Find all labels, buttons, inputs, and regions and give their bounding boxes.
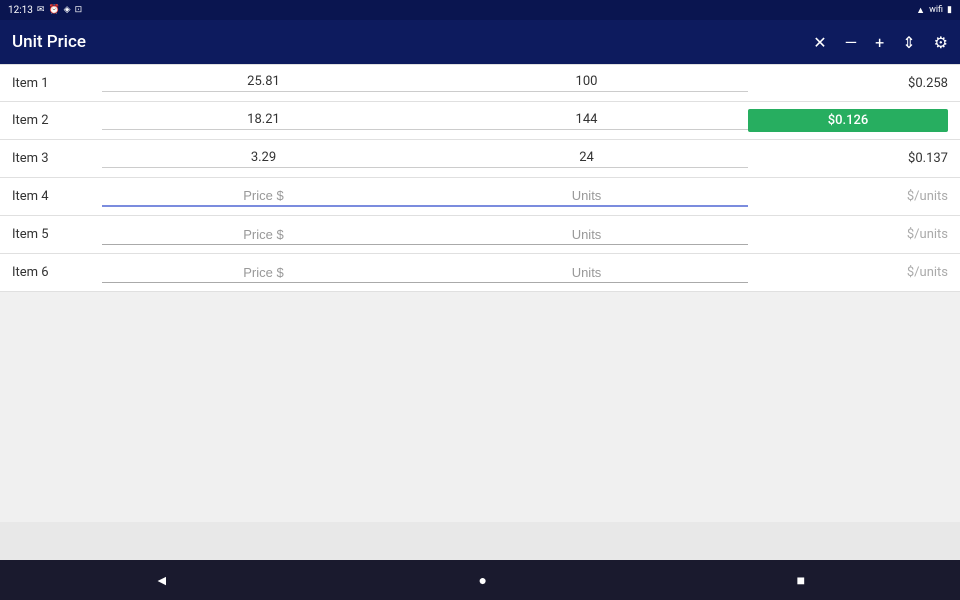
result-cell: $/units (748, 189, 948, 204)
result-placeholder: $/units (907, 265, 948, 280)
item-label: Item 6 (12, 265, 102, 280)
empty-area (0, 292, 960, 522)
screen-icon: ⊡ (75, 5, 83, 15)
item-label: Item 3 (12, 151, 102, 166)
units-cell[interactable] (425, 263, 748, 283)
item-label: Item 5 (12, 227, 102, 242)
result-placeholder: $/units (907, 189, 948, 204)
bottom-navigation: ◄ ● ■ (0, 560, 960, 600)
price-input[interactable] (102, 225, 425, 245)
result-cell: $/units (748, 227, 948, 242)
units-cell: 100 (425, 74, 748, 92)
alarm-icon: ⏰ (48, 5, 59, 15)
result-cell: $0.258 (748, 76, 948, 91)
price-cell[interactable] (102, 263, 425, 283)
price-value: 18.21 (102, 112, 425, 127)
back-button[interactable]: ◄ (155, 572, 169, 589)
signal-icon: ▲ (916, 5, 925, 16)
price-cell[interactable] (102, 225, 425, 245)
units-cell[interactable] (425, 186, 748, 207)
recent-button[interactable]: ■ (797, 572, 805, 589)
settings-icon[interactable]: ⚙ (934, 33, 948, 52)
result-cell: $0.137 (748, 151, 948, 166)
status-bar: 12:13 ✉ ⏰ ◈ ⊡ ▲ wifi ▮ (0, 0, 960, 20)
status-time: 12:13 (8, 5, 33, 16)
minimize-icon[interactable]: — (845, 33, 858, 52)
units-input[interactable] (425, 263, 748, 283)
units-value: 100 (425, 74, 748, 89)
units-cell[interactable] (425, 225, 748, 245)
table-row[interactable]: Item 5 $/units (0, 216, 960, 254)
price-input[interactable] (102, 186, 425, 207)
table-row: Item 33.2924 $0.137 (0, 140, 960, 178)
wifi-icon: wifi (929, 5, 943, 15)
result-cell: $/units (748, 265, 948, 280)
data-table: Item 125.81100 $0.258 Item 218.21144$0.126… (0, 64, 960, 292)
msg-icon: ✉ (37, 5, 45, 15)
price-cell[interactable] (102, 186, 425, 207)
table-row: Item 218.21144$0.126 (0, 102, 960, 140)
table-row[interactable]: Item 6 $/units (0, 254, 960, 292)
result-value: $0.258 (908, 76, 948, 91)
highlighted-result-badge: $0.126 (748, 109, 948, 132)
battery-icon: ▮ (947, 5, 952, 15)
page-title: Unit Price (12, 32, 86, 52)
location-icon: ◈ (64, 5, 71, 15)
result-cell: $0.126 (748, 109, 948, 132)
item-label: Item 4 (12, 189, 102, 204)
units-value: 144 (425, 112, 748, 127)
price-input[interactable] (102, 263, 425, 283)
title-bar-icons: ✕ — + ⇕ ⚙ (813, 33, 948, 52)
resize-icon[interactable]: ⇕ (902, 33, 915, 52)
status-bar-right: ▲ wifi ▮ (916, 5, 952, 16)
title-bar: Unit Price ✕ — + ⇕ ⚙ (0, 20, 960, 64)
result-value: $0.137 (908, 151, 948, 166)
units-input[interactable] (425, 186, 748, 207)
price-cell: 25.81 (102, 74, 425, 92)
home-button[interactable]: ● (478, 572, 486, 589)
price-value: 25.81 (102, 74, 425, 89)
item-label: Item 1 (12, 76, 102, 91)
result-placeholder: $/units (907, 227, 948, 242)
units-cell: 144 (425, 112, 748, 130)
units-input[interactable] (425, 225, 748, 245)
item-label: Item 2 (12, 113, 102, 128)
close-icon[interactable]: ✕ (813, 33, 826, 52)
price-value: 3.29 (102, 150, 425, 165)
units-cell: 24 (425, 150, 748, 168)
table-row[interactable]: Item 4 $/units (0, 178, 960, 216)
add-icon[interactable]: + (875, 33, 884, 52)
price-cell: 18.21 (102, 112, 425, 130)
status-bar-left: 12:13 ✉ ⏰ ◈ ⊡ (8, 5, 82, 16)
table-row: Item 125.81100 $0.258 (0, 64, 960, 102)
units-value: 24 (425, 150, 748, 165)
price-cell: 3.29 (102, 150, 425, 168)
